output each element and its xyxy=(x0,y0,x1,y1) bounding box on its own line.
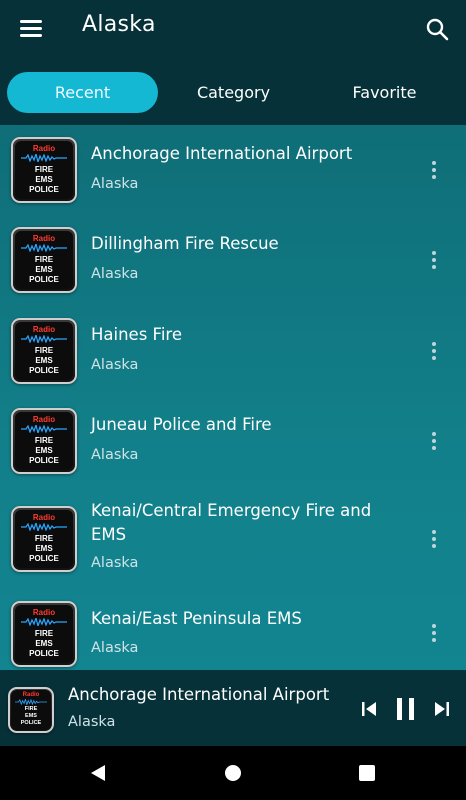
logo-radio-text: Radio xyxy=(32,415,56,424)
more-vert-icon[interactable] xyxy=(428,250,440,272)
station-region: Alaska xyxy=(91,640,139,656)
logo-line-1: FIRE xyxy=(34,165,54,174)
station-logo: Radio FIRE EMS POLICE xyxy=(11,601,77,667)
menu-icon[interactable] xyxy=(18,18,46,40)
more-vert-icon[interactable] xyxy=(428,341,440,363)
station-logo: Radio FIRE EMS POLICE xyxy=(11,318,77,384)
logo-line-2: EMS xyxy=(35,356,53,365)
logo-line-2: EMS xyxy=(35,175,53,184)
wave-icon xyxy=(21,523,67,531)
wave-icon xyxy=(21,244,67,252)
wave-icon xyxy=(21,618,67,626)
logo-line-3: POLICE xyxy=(29,185,59,194)
wave-icon xyxy=(21,335,67,343)
logo-line-3: POLICE xyxy=(20,720,42,726)
logo-line-1: FIRE xyxy=(24,706,38,712)
player-title: Anchorage International Airport xyxy=(68,685,330,704)
tab-recent[interactable]: Recent xyxy=(7,72,158,113)
logo-line-3: POLICE xyxy=(29,366,59,375)
logo-line-2: EMS xyxy=(35,639,53,648)
logo-line-3: POLICE xyxy=(29,275,59,284)
player-station-logo: Radio FIRE EMS POLICE xyxy=(8,687,54,733)
wave-icon xyxy=(15,699,47,705)
logo-line-3: POLICE xyxy=(29,456,59,465)
station-logo: Radio FIRE EMS POLICE xyxy=(11,408,77,474)
more-vert-icon[interactable] xyxy=(428,529,440,551)
station-logo: Radio FIRE EMS POLICE xyxy=(11,227,77,293)
logo-line-1: FIRE xyxy=(34,255,54,264)
station-region: Alaska xyxy=(91,266,139,282)
logo-radio-text: Radio xyxy=(32,144,56,153)
logo-line-1: FIRE xyxy=(34,534,54,543)
wave-icon xyxy=(21,425,67,433)
station-region: Alaska xyxy=(91,447,139,463)
list-item[interactable]: Radio FIRE EMS POLICE Anchorage Internatio… xyxy=(0,125,466,215)
page-title: Alaska xyxy=(82,12,156,37)
logo-line-2: EMS xyxy=(35,446,53,455)
search-icon[interactable] xyxy=(424,16,452,44)
mini-player[interactable]: Radio FIRE EMS POLICE Anchorage Internatio… xyxy=(0,670,466,746)
list-item[interactable]: Radio FIRE EMS POLICE Kenai/East Peninsula… xyxy=(0,595,466,670)
station-name: Kenai/Central Emergency Fire and EMS xyxy=(91,501,372,544)
list-item[interactable]: Radio FIRE EMS POLICE Kenai/Central Emerge… xyxy=(0,487,466,595)
station-list: Radio FIRE EMS POLICE Anchorage Internatio… xyxy=(0,125,466,670)
tab-favorite[interactable]: Favorite xyxy=(309,72,460,113)
station-region: Alaska xyxy=(91,357,139,373)
logo-line-1: FIRE xyxy=(34,346,54,355)
tab-category[interactable]: Category xyxy=(158,72,309,113)
station-name: Kenai/East Peninsula EMS xyxy=(91,609,302,628)
skip-previous-icon[interactable] xyxy=(360,700,378,722)
logo-line-2: EMS xyxy=(35,265,53,274)
logo-line-3: POLICE xyxy=(29,554,59,563)
wave-icon xyxy=(21,154,67,162)
system-nav-bar xyxy=(0,746,466,800)
app-bar: Alaska Recent Category Favorite xyxy=(0,0,466,125)
station-logo: Radio FIRE EMS POLICE xyxy=(11,137,77,203)
back-icon[interactable] xyxy=(88,763,108,787)
station-region: Alaska xyxy=(91,176,139,192)
logo-line-2: EMS xyxy=(25,713,37,719)
player-subtitle: Alaska xyxy=(68,714,116,730)
home-icon[interactable] xyxy=(223,763,243,787)
station-name: Anchorage International Airport xyxy=(91,144,353,163)
list-item[interactable]: Radio FIRE EMS POLICE Juneau Police and Fi… xyxy=(0,396,466,487)
station-name: Juneau Police and Fire xyxy=(91,415,272,434)
list-item[interactable]: Radio FIRE EMS POLICE Dillingham Fire Resc… xyxy=(0,215,466,306)
logo-line-3: POLICE xyxy=(29,649,59,658)
logo-radio-text: Radio xyxy=(32,513,56,522)
logo-line-1: FIRE xyxy=(34,436,54,445)
recents-icon[interactable] xyxy=(358,764,376,786)
logo-line-2: EMS xyxy=(35,544,53,553)
station-name: Dillingham Fire Rescue xyxy=(91,234,279,253)
logo-radio-text: Radio xyxy=(32,234,56,243)
list-item[interactable]: Radio FIRE EMS POLICE Haines Fire Alaska xyxy=(0,306,466,396)
station-region: Alaska xyxy=(91,555,139,571)
more-vert-icon[interactable] xyxy=(428,431,440,453)
station-logo: Radio FIRE EMS POLICE xyxy=(11,506,77,572)
logo-radio-text: Radio xyxy=(32,608,56,617)
logo-radio-text: Radio xyxy=(32,325,56,334)
logo-line-1: FIRE xyxy=(34,629,54,638)
pause-icon[interactable] xyxy=(394,696,418,726)
station-name: Haines Fire xyxy=(91,325,182,344)
more-vert-icon[interactable] xyxy=(428,160,440,182)
more-vert-icon[interactable] xyxy=(428,623,440,645)
tab-bar: Recent Category Favorite xyxy=(0,70,466,116)
logo-radio-text: Radio xyxy=(22,692,40,698)
skip-next-icon[interactable] xyxy=(433,700,451,722)
